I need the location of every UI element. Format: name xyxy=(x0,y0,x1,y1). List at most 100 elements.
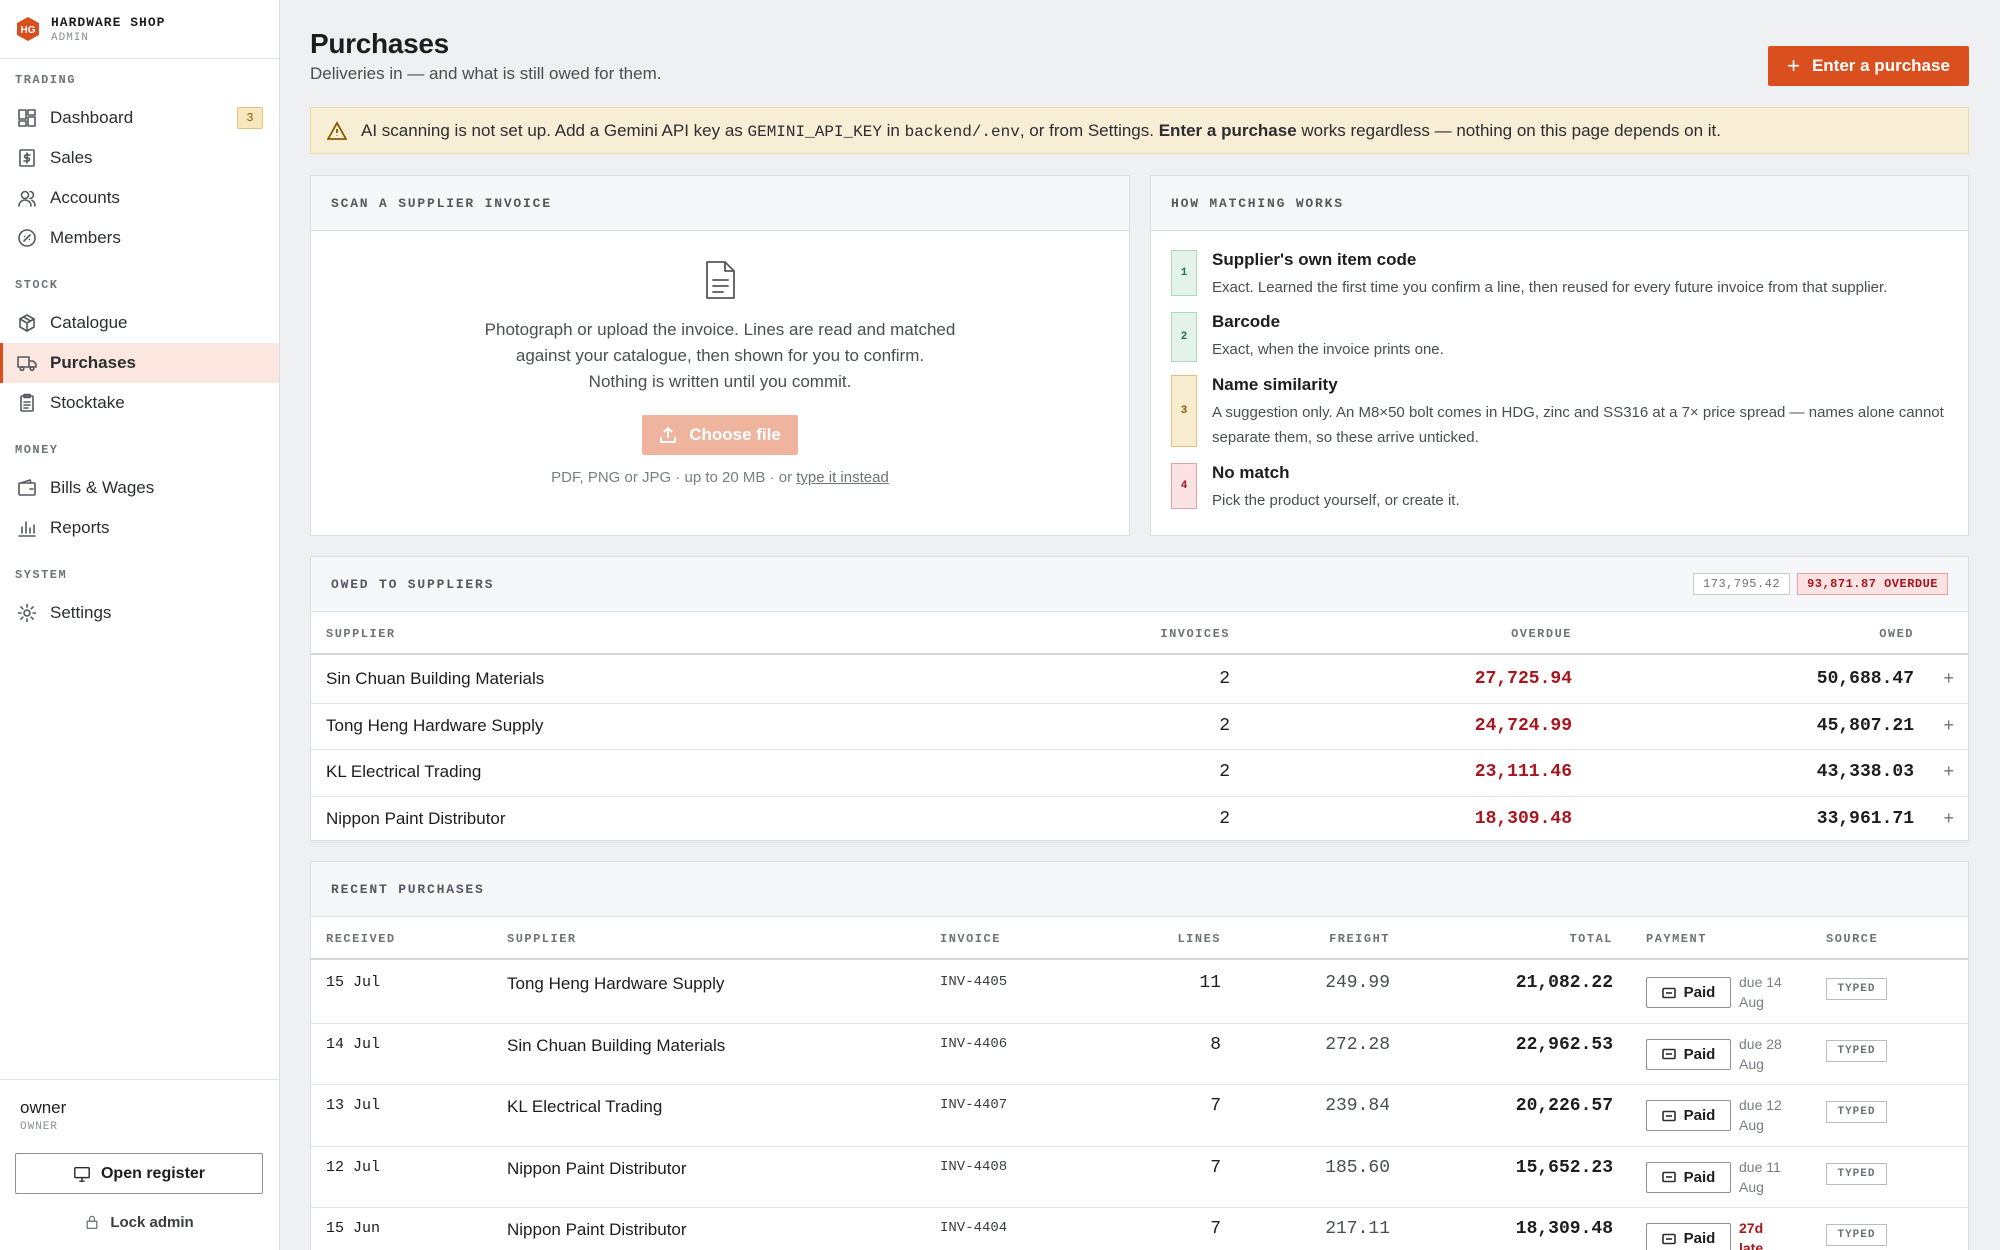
paid-button[interactable]: Paid xyxy=(1646,1100,1731,1132)
gear-icon xyxy=(17,603,37,623)
due-date: due 14 Aug xyxy=(1739,974,1782,1010)
overdue-amount: 18,309.48 xyxy=(1474,808,1572,829)
column-header: OWED xyxy=(1879,627,1914,641)
due-date: due 11 Aug xyxy=(1739,1158,1781,1195)
expand-row-icon[interactable]: + xyxy=(1943,761,1954,782)
expand-row-icon[interactable]: + xyxy=(1943,715,1954,736)
truck-icon xyxy=(17,356,37,372)
line-count: 7 xyxy=(1210,1096,1221,1117)
supplier-name: Tong Heng Hardware Supply xyxy=(326,715,544,735)
sidebar-item-members[interactable]: Members xyxy=(0,218,279,258)
type-it-instead-link[interactable]: type it instead xyxy=(796,469,889,486)
sidebar-item-purchases[interactable]: Purchases xyxy=(0,343,279,383)
owed-amount: 45,807.21 xyxy=(1816,715,1914,736)
paid-label: Paid xyxy=(1683,1107,1716,1125)
matching-panel-heading: HOW MATCHING WORKS xyxy=(1151,176,1968,231)
sidebar-item-label: Dashboard xyxy=(50,108,134,127)
users-icon xyxy=(18,190,36,207)
sidebar-item-settings[interactable]: Settings xyxy=(0,593,279,633)
sidebar-item-dashboard[interactable]: Dashboard 3 xyxy=(0,98,279,138)
supplier-name: Tong Heng Hardware Supply xyxy=(507,974,725,993)
supplier-name: Nippon Paint Distributor xyxy=(507,1220,687,1240)
card-icon xyxy=(1661,1048,1676,1060)
brand[interactable]: HG HARDWARE SHOP ADMIN xyxy=(0,0,279,59)
total-amount: 20,226.57 xyxy=(1515,1096,1613,1117)
alert-text: AI scanning is not set up. Add a Gemini … xyxy=(361,120,1721,141)
supplier-name: Sin Chuan Building Materials xyxy=(507,1035,726,1055)
purchase-row[interactable]: 13 Jul KL Electrical Trading INV-4407 7 239.… xyxy=(311,1085,1968,1147)
sidebar-item-bills-wages[interactable]: Bills & Wages xyxy=(0,468,279,508)
step-title: Barcode xyxy=(1212,312,1281,331)
owed-overdue-badge: 93,871.87 OVERDUE xyxy=(1797,573,1948,595)
total-amount: 15,652.23 xyxy=(1515,1157,1613,1178)
matching-panel: HOW MATCHING WORKS 1 Supplier's own item… xyxy=(1150,175,1969,536)
freight-amount: 272.28 xyxy=(1325,1034,1390,1055)
step-description: A suggestion only. An M8×50 bolt comes i… xyxy=(1212,404,1944,446)
page-subtitle: Deliveries in — and what is still owed f… xyxy=(310,64,662,83)
owed-table-row[interactable]: Sin Chuan Building Materials 2 27,725.94 50… xyxy=(311,657,1968,704)
paid-button[interactable]: Paid xyxy=(1646,1038,1731,1070)
due-date: due 28 Aug xyxy=(1739,1035,1782,1072)
lock-admin-button[interactable]: Lock admin xyxy=(15,1205,263,1239)
enter-purchase-button[interactable]: + Enter a purchase xyxy=(1768,46,1969,86)
dashboard-count-badge: 3 xyxy=(237,107,263,129)
warning-icon xyxy=(327,120,347,140)
recent-panel-heading: RECENT PURCHASES xyxy=(311,862,1968,917)
owed-amount: 50,688.47 xyxy=(1816,669,1914,689)
owed-panel-heading: OWED TO SUPPLIERS 173,795.42 93,871.87 O… xyxy=(311,557,1968,612)
column-header: TOTAL xyxy=(1569,932,1613,946)
purchase-row[interactable]: 12 Jul Nippon Paint Distributor INV-4408 7 1… xyxy=(311,1147,1968,1209)
sidebar-item-label: Settings xyxy=(50,603,112,622)
svg-text:HG: HG xyxy=(21,25,36,36)
purchase-row[interactable]: 15 Jul Tong Heng Hardware Supply INV-4405 1… xyxy=(311,962,1968,1024)
bar-chart-icon xyxy=(18,521,36,537)
sidebar-item-reports[interactable]: Reports xyxy=(0,508,279,548)
column-header: SOURCE xyxy=(1826,932,1879,946)
open-register-label: Open register xyxy=(100,1164,206,1182)
invoice-count: 2 xyxy=(1219,762,1230,782)
step-description: Exact. Learned the first time you confir… xyxy=(1212,279,1888,296)
freight-amount: 249.99 xyxy=(1325,973,1390,993)
sidebar-item-label: Members xyxy=(50,228,121,247)
owed-table-row[interactable]: Nippon Paint Distributor 2 18,309.48 33,961… xyxy=(311,797,1968,843)
open-register-button[interactable]: Open register xyxy=(15,1153,263,1194)
owed-table-row[interactable]: KL Electrical Trading 2 23,111.46 43,338.03… xyxy=(311,750,1968,797)
expand-row-icon[interactable]: + xyxy=(1943,808,1954,829)
source-badge: TYPED xyxy=(1826,1101,1887,1124)
card-icon xyxy=(1661,987,1676,998)
choose-file-button[interactable]: Choose file xyxy=(642,415,798,455)
owed-table-row[interactable]: Tong Heng Hardware Supply 2 24,724.99 45,80… xyxy=(311,704,1968,750)
step-description: Pick the product yourself, or create it. xyxy=(1212,492,1460,509)
scan-panel-heading: SCAN A SUPPLIER INVOICE xyxy=(311,176,1129,231)
receipt-icon xyxy=(19,149,35,167)
column-header: SUPPLIER xyxy=(507,932,577,946)
paid-label: Paid xyxy=(1683,1168,1716,1186)
supplier-name: Nippon Paint Distributor xyxy=(507,1158,687,1178)
brand-logo-icon: HG xyxy=(17,17,39,41)
owed-amount: 43,338.03 xyxy=(1816,762,1914,782)
sidebar-item-stocktake[interactable]: Stocktake xyxy=(0,383,279,423)
step-title: No match xyxy=(1212,463,1290,482)
paid-button[interactable]: Paid xyxy=(1646,977,1731,1008)
ai-setup-alert: AI scanning is not set up. Add a Gemini … xyxy=(310,107,1969,154)
received-date: 15 Jul xyxy=(326,974,381,991)
expand-row-icon[interactable]: + xyxy=(1943,668,1954,689)
sidebar-item-sales[interactable]: Sales xyxy=(0,138,279,178)
nav-section-system: SYSTEM xyxy=(15,568,68,582)
step-number: 4 xyxy=(1171,463,1197,509)
paid-button[interactable]: Paid xyxy=(1646,1161,1731,1193)
line-count: 8 xyxy=(1210,1034,1221,1055)
received-date: 14 Jul xyxy=(326,1035,381,1053)
owed-totals: 173,795.42 93,871.87 OVERDUE xyxy=(1693,573,1948,595)
paid-button[interactable]: Paid xyxy=(1646,1223,1731,1250)
supplier-name: KL Electrical Trading xyxy=(507,1097,663,1117)
invoice-number: INV-4404 xyxy=(940,1220,1008,1237)
brand-role: ADMIN xyxy=(51,31,90,44)
purchase-row[interactable]: 15 Jun Nippon Paint Distributor INV-4404 7 2… xyxy=(311,1208,1968,1250)
invoice-count: 2 xyxy=(1219,808,1230,829)
purchase-row[interactable]: 14 Jul Sin Chuan Building Materials INV-44… xyxy=(311,1024,1968,1086)
sidebar-item-label: Reports xyxy=(50,518,110,537)
source-badge: TYPED xyxy=(1826,1039,1887,1062)
sidebar-item-accounts[interactable]: Accounts xyxy=(0,178,279,218)
sidebar-item-catalogue[interactable]: Catalogue xyxy=(0,303,279,343)
